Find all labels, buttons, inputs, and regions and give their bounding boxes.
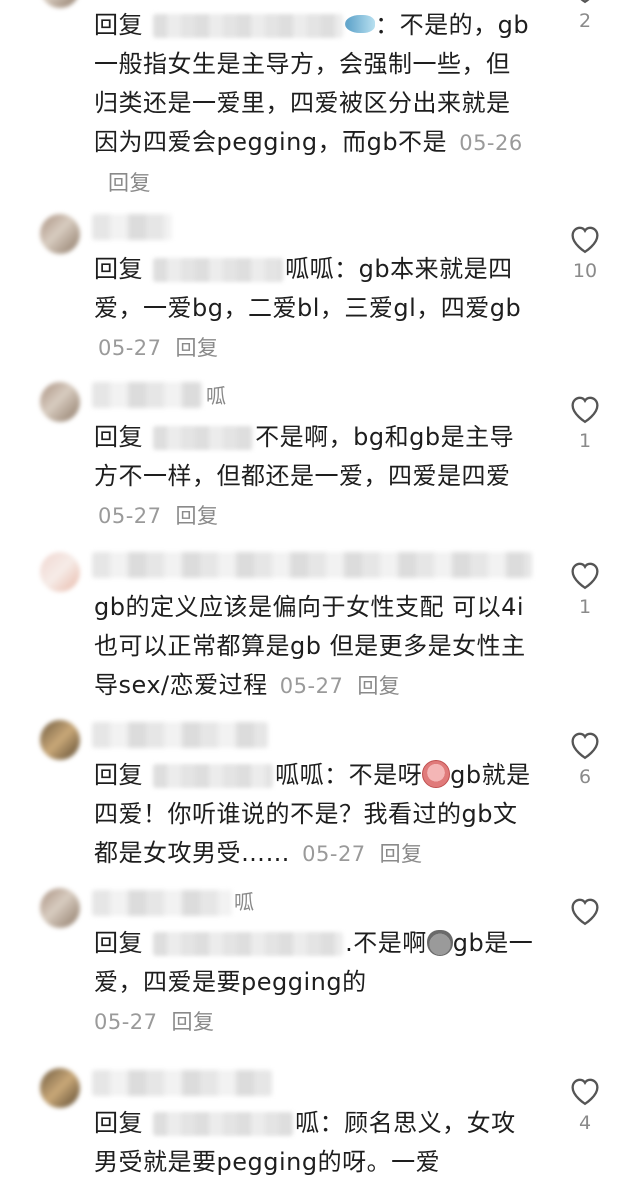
comment-meta: 05-27 回复 bbox=[280, 674, 401, 698]
mention-username-blurred[interactable] bbox=[153, 258, 284, 282]
like-count: 10 bbox=[572, 260, 598, 282]
fish-emoji bbox=[345, 15, 376, 33]
reply-button[interactable]: 回复 bbox=[108, 171, 151, 195]
crying-emoji bbox=[422, 760, 451, 788]
comment-date: 05-27 bbox=[279, 674, 344, 698]
comment-body-part1: 不是呀 bbox=[348, 761, 423, 789]
like-button[interactable]: 2 bbox=[557, 0, 613, 32]
avatar[interactable] bbox=[40, 888, 80, 928]
username-blurred[interactable] bbox=[92, 722, 268, 748]
avatar[interactable] bbox=[40, 382, 80, 422]
reply-button[interactable]: 回复 bbox=[357, 674, 400, 698]
heart-icon bbox=[571, 1078, 599, 1106]
reply-prefix: 回复 bbox=[94, 1109, 143, 1137]
heart-icon bbox=[571, 732, 599, 760]
comment-body-part1: 不是啊 bbox=[353, 929, 427, 957]
comment-text: 回复 ：不是的，gb一般指女生是主导方，会强制一些，但归类还是一爱里，四爱被区分… bbox=[94, 6, 534, 203]
comment-text: 回复 呱呱：不是呀 gb就是四爱！你听谁说的不是？我看过的gb文都是女攻男受…… … bbox=[94, 756, 534, 874]
reply-prefix: 回复 bbox=[94, 255, 143, 283]
username-blurred[interactable] bbox=[92, 1070, 272, 1096]
heart-icon bbox=[571, 396, 599, 424]
comment-date: 05-26 bbox=[459, 131, 523, 155]
avatar[interactable] bbox=[40, 1068, 80, 1108]
mention-username-blurred[interactable] bbox=[153, 426, 254, 450]
avatar[interactable] bbox=[40, 552, 80, 592]
mention-suffix: 呱： bbox=[295, 1109, 345, 1137]
username-blurred[interactable] bbox=[92, 890, 232, 916]
reply-prefix: 回复 bbox=[94, 761, 143, 789]
reply-button[interactable]: 回复 bbox=[172, 1010, 215, 1034]
heart-icon bbox=[571, 562, 599, 590]
avatar[interactable] bbox=[40, 214, 80, 254]
comment-text: 回复 .不是啊 gb是一爱，四爱是要pegging的 05-27 回复 bbox=[94, 924, 534, 1042]
username-suffix: 呱 bbox=[206, 384, 226, 408]
comment-meta: 05-27 回复 bbox=[98, 504, 219, 528]
mention-username-blurred[interactable] bbox=[153, 14, 344, 38]
username-blurred[interactable] bbox=[92, 214, 172, 240]
heart-icon bbox=[580, 0, 590, 4]
like-count: 2 bbox=[578, 10, 592, 32]
mention-username-blurred[interactable] bbox=[153, 1112, 294, 1136]
like-button[interactable]: 6 bbox=[557, 728, 613, 788]
comment-date: 05-27 bbox=[98, 504, 162, 528]
mention-suffix: 呱呱： bbox=[275, 761, 349, 789]
reply-button[interactable]: 回复 bbox=[176, 336, 219, 360]
mention-suffix: ： bbox=[375, 11, 400, 39]
like-count: 1 bbox=[578, 596, 592, 618]
comment-date: 05-27 bbox=[302, 842, 366, 866]
like-count: 1 bbox=[578, 430, 592, 452]
comment-date: 05-27 bbox=[94, 1010, 158, 1034]
reply-prefix: 回复 bbox=[94, 929, 143, 957]
reply-button[interactable]: 回复 bbox=[380, 842, 423, 866]
comment-meta: 05-27 回复 bbox=[94, 1010, 215, 1034]
comment-text: 回复 不是啊，bg和gb是主导方不一样，但都还是一爱，四爱是四爱 05-27 回复 bbox=[94, 418, 534, 536]
like-button[interactable]: 1 bbox=[557, 558, 613, 618]
heart-icon bbox=[571, 226, 599, 254]
comment-meta: 05-27 回复 bbox=[98, 336, 219, 360]
like-button[interactable]: 4 bbox=[557, 1074, 613, 1134]
reply-button[interactable]: 回复 bbox=[176, 504, 219, 528]
comment-text: gb的定义应该是偏向于女性支配 可以4i也可以正常都算是gb 但是更多是女性主导… bbox=[94, 588, 534, 706]
comment-date: 05-27 bbox=[98, 336, 162, 360]
username-blurred[interactable] bbox=[92, 382, 202, 408]
avatar[interactable] bbox=[40, 720, 80, 760]
mention-suffix: 呱呱： bbox=[285, 255, 359, 283]
username-blurred[interactable] bbox=[92, 552, 532, 578]
like-button[interactable]: 1 bbox=[557, 392, 613, 452]
like-button[interactable] bbox=[557, 894, 613, 932]
comment-text: 回复 呱：顾名思义，女攻男受就是要pegging的呀。一爱 bbox=[94, 1104, 534, 1182]
bag-emoji bbox=[426, 930, 453, 956]
like-count: 4 bbox=[578, 1112, 592, 1134]
like-button[interactable]: 10 bbox=[557, 222, 613, 282]
avatar[interactable] bbox=[40, 0, 80, 8]
reply-prefix: 回复 bbox=[94, 11, 143, 39]
comment-text: 回复 呱呱：gb本来就是四爱，一爱bg，二爱bl，三爱gl，四爱gb 05-27… bbox=[94, 250, 534, 368]
comment-feed: 回复 ：不是的，gb一般指女生是主导方，会强制一些，但归类还是一爱里，四爱被区分… bbox=[0, 0, 641, 1200]
mention-username-blurred[interactable] bbox=[153, 764, 274, 788]
heart-icon bbox=[571, 898, 599, 926]
reply-prefix: 回复 bbox=[94, 423, 143, 451]
like-count: 6 bbox=[578, 766, 592, 788]
comment-meta: 05-27 回复 bbox=[302, 842, 423, 866]
mention-username-blurred[interactable] bbox=[153, 932, 344, 956]
username-suffix: 呱 bbox=[234, 890, 254, 914]
